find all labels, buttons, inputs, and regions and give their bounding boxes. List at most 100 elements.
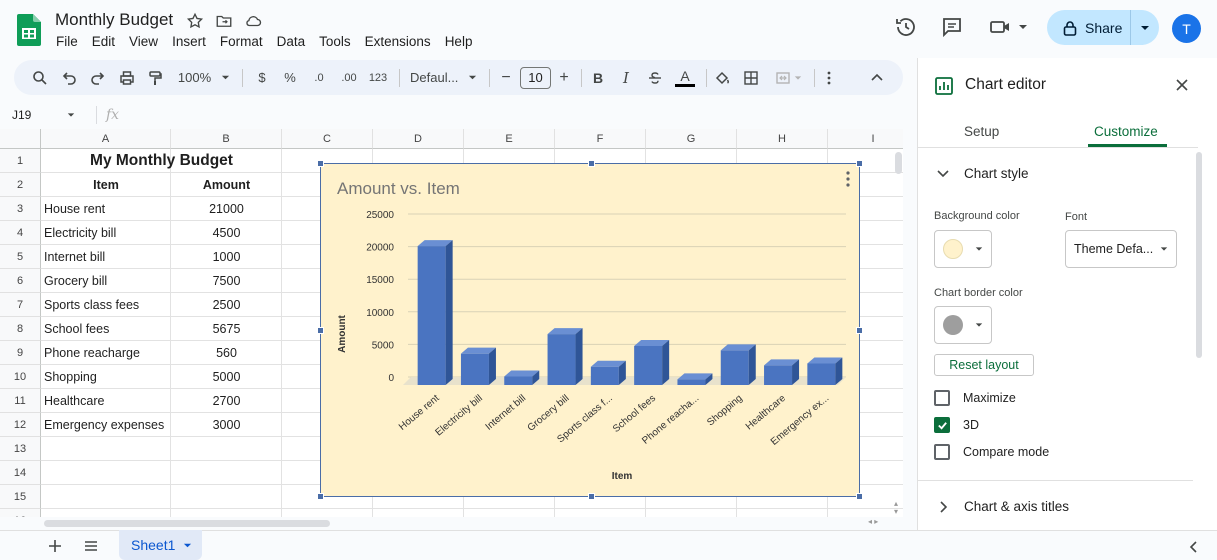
column-header-i[interactable]: I [828, 129, 903, 149]
cell-item[interactable]: Grocery bill [44, 269, 171, 293]
sheet-tab-sheet1[interactable]: Sheet1 [119, 530, 202, 560]
3d-checkbox[interactable] [934, 417, 950, 433]
cell-item[interactable]: Internet bill [44, 245, 171, 269]
row-header-12[interactable]: 12 [0, 413, 41, 437]
cell-amount[interactable]: 4500 [171, 221, 282, 245]
search-menus-icon[interactable] [30, 60, 50, 95]
resize-handle-e[interactable] [856, 327, 863, 334]
column-header-g[interactable]: G [646, 129, 737, 149]
header-item[interactable]: Item [41, 173, 171, 197]
maximize-checkbox[interactable] [934, 390, 950, 406]
cloud-status-icon[interactable] [244, 12, 262, 30]
column-header-f[interactable]: F [555, 129, 646, 149]
tab-setup[interactable]: Setup [964, 124, 999, 139]
reset-layout-button[interactable]: Reset layout [934, 354, 1034, 376]
italic-button[interactable]: I [616, 60, 636, 95]
cell-amount[interactable]: 560 [171, 341, 282, 365]
comments-icon[interactable] [940, 15, 964, 39]
row-header-1[interactable]: 1 [0, 149, 41, 173]
column-header-e[interactable]: E [464, 129, 555, 149]
zoom-select[interactable]: 100% [174, 60, 234, 95]
cell-item[interactable]: Sports class fees [44, 293, 171, 317]
bar[interactable] [720, 344, 756, 385]
add-sheet-icon[interactable] [48, 539, 62, 553]
redo-icon[interactable] [88, 60, 108, 95]
avatar[interactable]: T [1172, 14, 1201, 43]
chevron-left-icon[interactable] [1189, 541, 1199, 553]
cell-amount[interactable]: 2500 [171, 293, 282, 317]
cell-item[interactable]: Emergency expenses [44, 413, 171, 437]
borders-icon[interactable] [741, 60, 761, 95]
menu-file[interactable]: File [56, 34, 85, 49]
compare-mode-checkbox[interactable] [934, 444, 950, 460]
row-header-4[interactable]: 4 [0, 221, 41, 245]
cell-amount[interactable]: 3000 [171, 413, 282, 437]
menu-edit[interactable]: Edit [92, 34, 122, 49]
share-button[interactable]: Share [1047, 10, 1159, 45]
column-header-h[interactable]: H [737, 129, 828, 149]
star-icon[interactable] [186, 12, 204, 30]
collapse-toolbar-icon[interactable] [867, 60, 887, 95]
resize-handle-se[interactable] [856, 493, 863, 500]
font-select[interactable]: Defaul... [408, 60, 480, 95]
bar[interactable] [590, 360, 626, 385]
horizontal-scrollbar[interactable] [44, 520, 330, 527]
chart-title[interactable]: Amount vs. Item [337, 179, 460, 198]
all-sheets-icon[interactable] [84, 540, 98, 552]
cell-item[interactable]: House rent [44, 197, 171, 221]
scroll-arrows[interactable]: ◂ ▸ [868, 517, 878, 526]
cell-item[interactable]: Shopping [44, 365, 171, 389]
row-header-2[interactable]: 2 [0, 173, 41, 197]
bar[interactable] [417, 240, 453, 385]
strikethrough-icon[interactable] [645, 60, 665, 95]
row-header-13[interactable]: 13 [0, 437, 41, 461]
resize-handle-ne[interactable] [856, 160, 863, 167]
font-size-field[interactable]: 10 [519, 60, 552, 95]
row-header-6[interactable]: 6 [0, 269, 41, 293]
print-icon[interactable] [117, 60, 137, 95]
close-icon[interactable] [1175, 78, 1189, 92]
cell-item[interactable]: Phone reacharge [44, 341, 171, 365]
paint-format-icon[interactable] [145, 60, 165, 95]
share-dropdown[interactable] [1131, 23, 1159, 33]
cell-item[interactable]: Healthcare [44, 389, 171, 413]
decrease-decimal-button[interactable]: .0 [308, 60, 330, 95]
resize-handle-w[interactable] [317, 327, 324, 334]
undo-icon[interactable] [59, 60, 79, 95]
row-header-8[interactable]: 8 [0, 317, 41, 341]
resize-handle-s[interactable] [588, 493, 595, 500]
vertical-scrollbar[interactable] [895, 152, 902, 174]
bar[interactable] [807, 357, 843, 385]
sheets-logo-icon[interactable] [17, 14, 41, 46]
scroll-arrows-v[interactable]: ▴ ▾ [894, 500, 898, 516]
border-color-picker[interactable] [934, 306, 992, 344]
bar[interactable] [504, 370, 540, 385]
menu-view[interactable]: View [129, 34, 165, 49]
merge-cells-button[interactable] [770, 60, 806, 95]
sheet-title[interactable]: My Monthly Budget [41, 149, 282, 173]
menu-tools[interactable]: Tools [319, 34, 358, 49]
header-amount[interactable]: Amount [171, 173, 282, 197]
bar[interactable] [460, 347, 496, 385]
background-color-picker[interactable] [934, 230, 992, 268]
meet-button[interactable] [988, 15, 1028, 39]
cell-amount[interactable]: 21000 [171, 197, 282, 221]
row-header-5[interactable]: 5 [0, 245, 41, 269]
resize-handle-n[interactable] [588, 160, 595, 167]
section-chart-axis-titles[interactable]: Chart & axis titles [938, 499, 1069, 514]
column-header-c[interactable]: C [282, 129, 373, 149]
cell-amount[interactable]: 7500 [171, 269, 282, 293]
cell-amount[interactable]: 1000 [171, 245, 282, 269]
compare-mode-checkbox-row[interactable]: Compare mode [934, 444, 1049, 460]
chart[interactable]: Amount vs. Item 0 5000 10000 15000 20000 2500… [317, 160, 863, 500]
column-header-d[interactable]: D [373, 129, 464, 149]
menu-help[interactable]: Help [445, 34, 480, 49]
row-header-7[interactable]: 7 [0, 293, 41, 317]
tab-customize[interactable]: Customize [1094, 124, 1158, 139]
panel-scrollbar[interactable] [1196, 152, 1202, 358]
maximize-checkbox-row[interactable]: Maximize [934, 390, 1016, 406]
share-main[interactable]: Share [1047, 10, 1131, 45]
chart-menu-icon[interactable] [846, 171, 850, 187]
menu-data[interactable]: Data [277, 34, 313, 49]
decrease-font-size-button[interactable]: − [498, 60, 514, 95]
